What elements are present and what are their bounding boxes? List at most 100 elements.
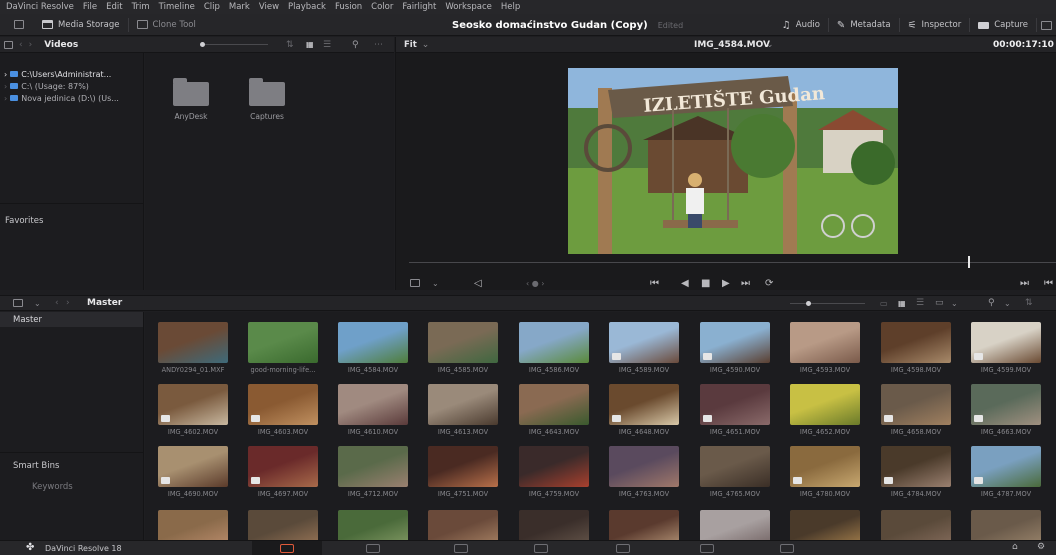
viewer-scrubber[interactable] — [409, 262, 1056, 263]
fairlight-page-icon[interactable] — [700, 544, 714, 553]
go-to-end-icon[interactable]: ⏭ — [741, 278, 750, 289]
back-icon[interactable]: ‹ — [19, 40, 23, 50]
clip-item[interactable] — [338, 510, 408, 540]
clip-item[interactable] — [609, 510, 679, 540]
smart-bin-keywords[interactable]: Keywords — [32, 482, 73, 492]
clip-item[interactable]: IMG_4585.MOV — [428, 322, 498, 374]
clip-item[interactable]: IMG_4787.MOV — [971, 446, 1041, 498]
sidebar-toggle-icon[interactable] — [4, 40, 13, 49]
chevron-down-icon[interactable]: ⌄ — [34, 299, 41, 308]
clip-item[interactable]: IMG_4643.MOV — [519, 384, 589, 436]
more-options-icon[interactable]: ⋯ — [374, 40, 383, 50]
clip-item[interactable]: IMG_4593.MOV — [790, 322, 860, 374]
slider-knob[interactable] — [806, 301, 811, 306]
sort-icon[interactable]: ⇅ — [286, 40, 294, 50]
clip-item[interactable]: IMG_4765.MOV — [700, 446, 770, 498]
more-right-button[interactable] — [1037, 14, 1056, 36]
clip-item[interactable]: IMG_4663.MOV — [971, 384, 1041, 436]
volume-icon[interactable]: ◁ — [474, 278, 482, 289]
thumbnail-size-slider[interactable] — [200, 42, 268, 47]
clip-item[interactable]: IMG_4590.MOV — [700, 322, 770, 374]
jog-control[interactable]: ‹ ● › — [526, 279, 544, 288]
chevron-down-icon[interactable]: ⌄ — [422, 40, 430, 50]
clip-item[interactable]: IMG_4586.MOV — [519, 322, 589, 374]
deliver-page-icon[interactable] — [780, 544, 794, 553]
clip-item[interactable]: IMG_4610.MOV — [338, 384, 408, 436]
playhead[interactable] — [968, 256, 970, 268]
clip-item[interactable] — [971, 510, 1041, 540]
color-page-icon[interactable] — [616, 544, 630, 553]
chevron-down-icon[interactable]: ⌄ — [432, 279, 439, 288]
edit-page-icon[interactable] — [454, 544, 468, 553]
media-storage-button[interactable]: Media Storage — [34, 14, 128, 36]
menu-item[interactable]: Timeline — [159, 2, 195, 12]
clip-item[interactable]: IMG_4652.MOV — [790, 384, 860, 436]
clip-item[interactable]: IMG_4690.MOV — [158, 446, 228, 498]
clone-tool-button[interactable]: Clone Tool — [129, 14, 204, 36]
mark-out-icon[interactable]: ⏮ — [1044, 278, 1053, 289]
menu-item[interactable]: Fusion — [335, 2, 362, 12]
clip-item[interactable]: IMG_4603.MOV — [248, 384, 318, 436]
clip-item[interactable]: IMG_4763.MOV — [609, 446, 679, 498]
search-icon[interactable]: ⚲ — [352, 40, 359, 50]
viewer-frame[interactable]: IZLETIŠTE Gudan — [568, 68, 898, 254]
go-to-start-icon[interactable]: ⏮ — [650, 278, 659, 289]
sort-icon[interactable]: ⇅ — [1025, 298, 1033, 308]
cut-page-icon[interactable] — [366, 544, 380, 553]
menu-item[interactable]: DaVinci Resolve — [6, 2, 74, 12]
menu-item[interactable]: Workspace — [445, 2, 491, 12]
clip-item[interactable] — [519, 510, 589, 540]
loop-icon[interactable]: ⟳ — [765, 278, 773, 289]
clip-item[interactable] — [158, 510, 228, 540]
capture-button[interactable]: Capture — [970, 14, 1036, 36]
chevron-right-icon[interactable]: › — [4, 70, 7, 79]
home-icon[interactable]: ⌂ — [1012, 542, 1018, 552]
clip-item[interactable]: IMG_4613.MOV — [428, 384, 498, 436]
forward-icon[interactable]: › — [66, 298, 70, 308]
grid-view-icon[interactable]: ▦ — [898, 299, 906, 308]
chevron-down-icon[interactable]: ⌄ — [1004, 299, 1011, 308]
clip-item[interactable]: IMG_4602.MOV — [158, 384, 228, 436]
clip-item[interactable]: IMG_4712.MOV — [338, 446, 408, 498]
menu-item[interactable]: Fairlight — [402, 2, 436, 12]
clip-item[interactable] — [428, 510, 498, 540]
metadata-view-icon[interactable]: ▭ — [880, 299, 888, 308]
bin-list-toggle-icon[interactable] — [13, 299, 23, 307]
list-view-icon[interactable]: ☰ — [916, 298, 924, 308]
mark-in-icon[interactable]: ⏭ — [1020, 278, 1029, 289]
viewer-options-icon[interactable] — [410, 279, 420, 287]
list-view-icon[interactable]: ☰ — [323, 40, 331, 50]
bin-item-master[interactable]: Master — [0, 312, 143, 327]
tree-item-drive[interactable]: › Nova jedinica (D:\) (Us... — [0, 92, 143, 104]
clip-item[interactable]: IMG_4651.MOV — [700, 384, 770, 436]
fit-dropdown[interactable]: Fit — [404, 40, 417, 50]
clip-item[interactable]: IMG_4658.MOV — [881, 384, 951, 436]
panel-toggle-button[interactable] — [0, 14, 34, 36]
clip-size-slider[interactable] — [790, 301, 865, 306]
page-media-button[interactable] — [252, 541, 322, 555]
tree-item-drive[interactable]: › C:\Users\Administrat... — [0, 68, 143, 80]
clip-item[interactable]: ANDY0294_01.MXF — [158, 322, 228, 374]
clip-item[interactable]: IMG_4784.MOV — [881, 446, 951, 498]
menu-item[interactable]: Color — [371, 2, 393, 12]
clip-item[interactable] — [790, 510, 860, 540]
folder-captures[interactable]: Captures — [247, 78, 287, 121]
clip-item[interactable]: IMG_4751.MOV — [428, 446, 498, 498]
chevron-down-icon[interactable]: ⌄ — [951, 299, 958, 308]
chevron-right-icon[interactable]: › — [4, 94, 7, 103]
back-icon[interactable]: ‹ — [55, 298, 59, 308]
menu-item[interactable]: File — [83, 2, 97, 12]
menu-item[interactable]: Clip — [204, 2, 220, 12]
clip-item[interactable]: IMG_4780.MOV — [790, 446, 860, 498]
search-icon[interactable]: ⚲ — [988, 298, 995, 308]
play-reverse-icon[interactable]: ◀ — [681, 278, 689, 289]
gear-icon[interactable]: ⚙ — [1037, 542, 1045, 552]
menu-item[interactable]: Help — [501, 2, 520, 12]
clip-item[interactable]: IMG_4599.MOV — [971, 322, 1041, 374]
play-icon[interactable]: ▶ — [722, 278, 730, 289]
slider-knob[interactable] — [200, 42, 205, 47]
clip-item[interactable]: good-morning-life... — [248, 322, 318, 374]
clip-item[interactable] — [700, 510, 770, 540]
clip-item[interactable] — [881, 510, 951, 540]
clip-item[interactable]: IMG_4759.MOV — [519, 446, 589, 498]
